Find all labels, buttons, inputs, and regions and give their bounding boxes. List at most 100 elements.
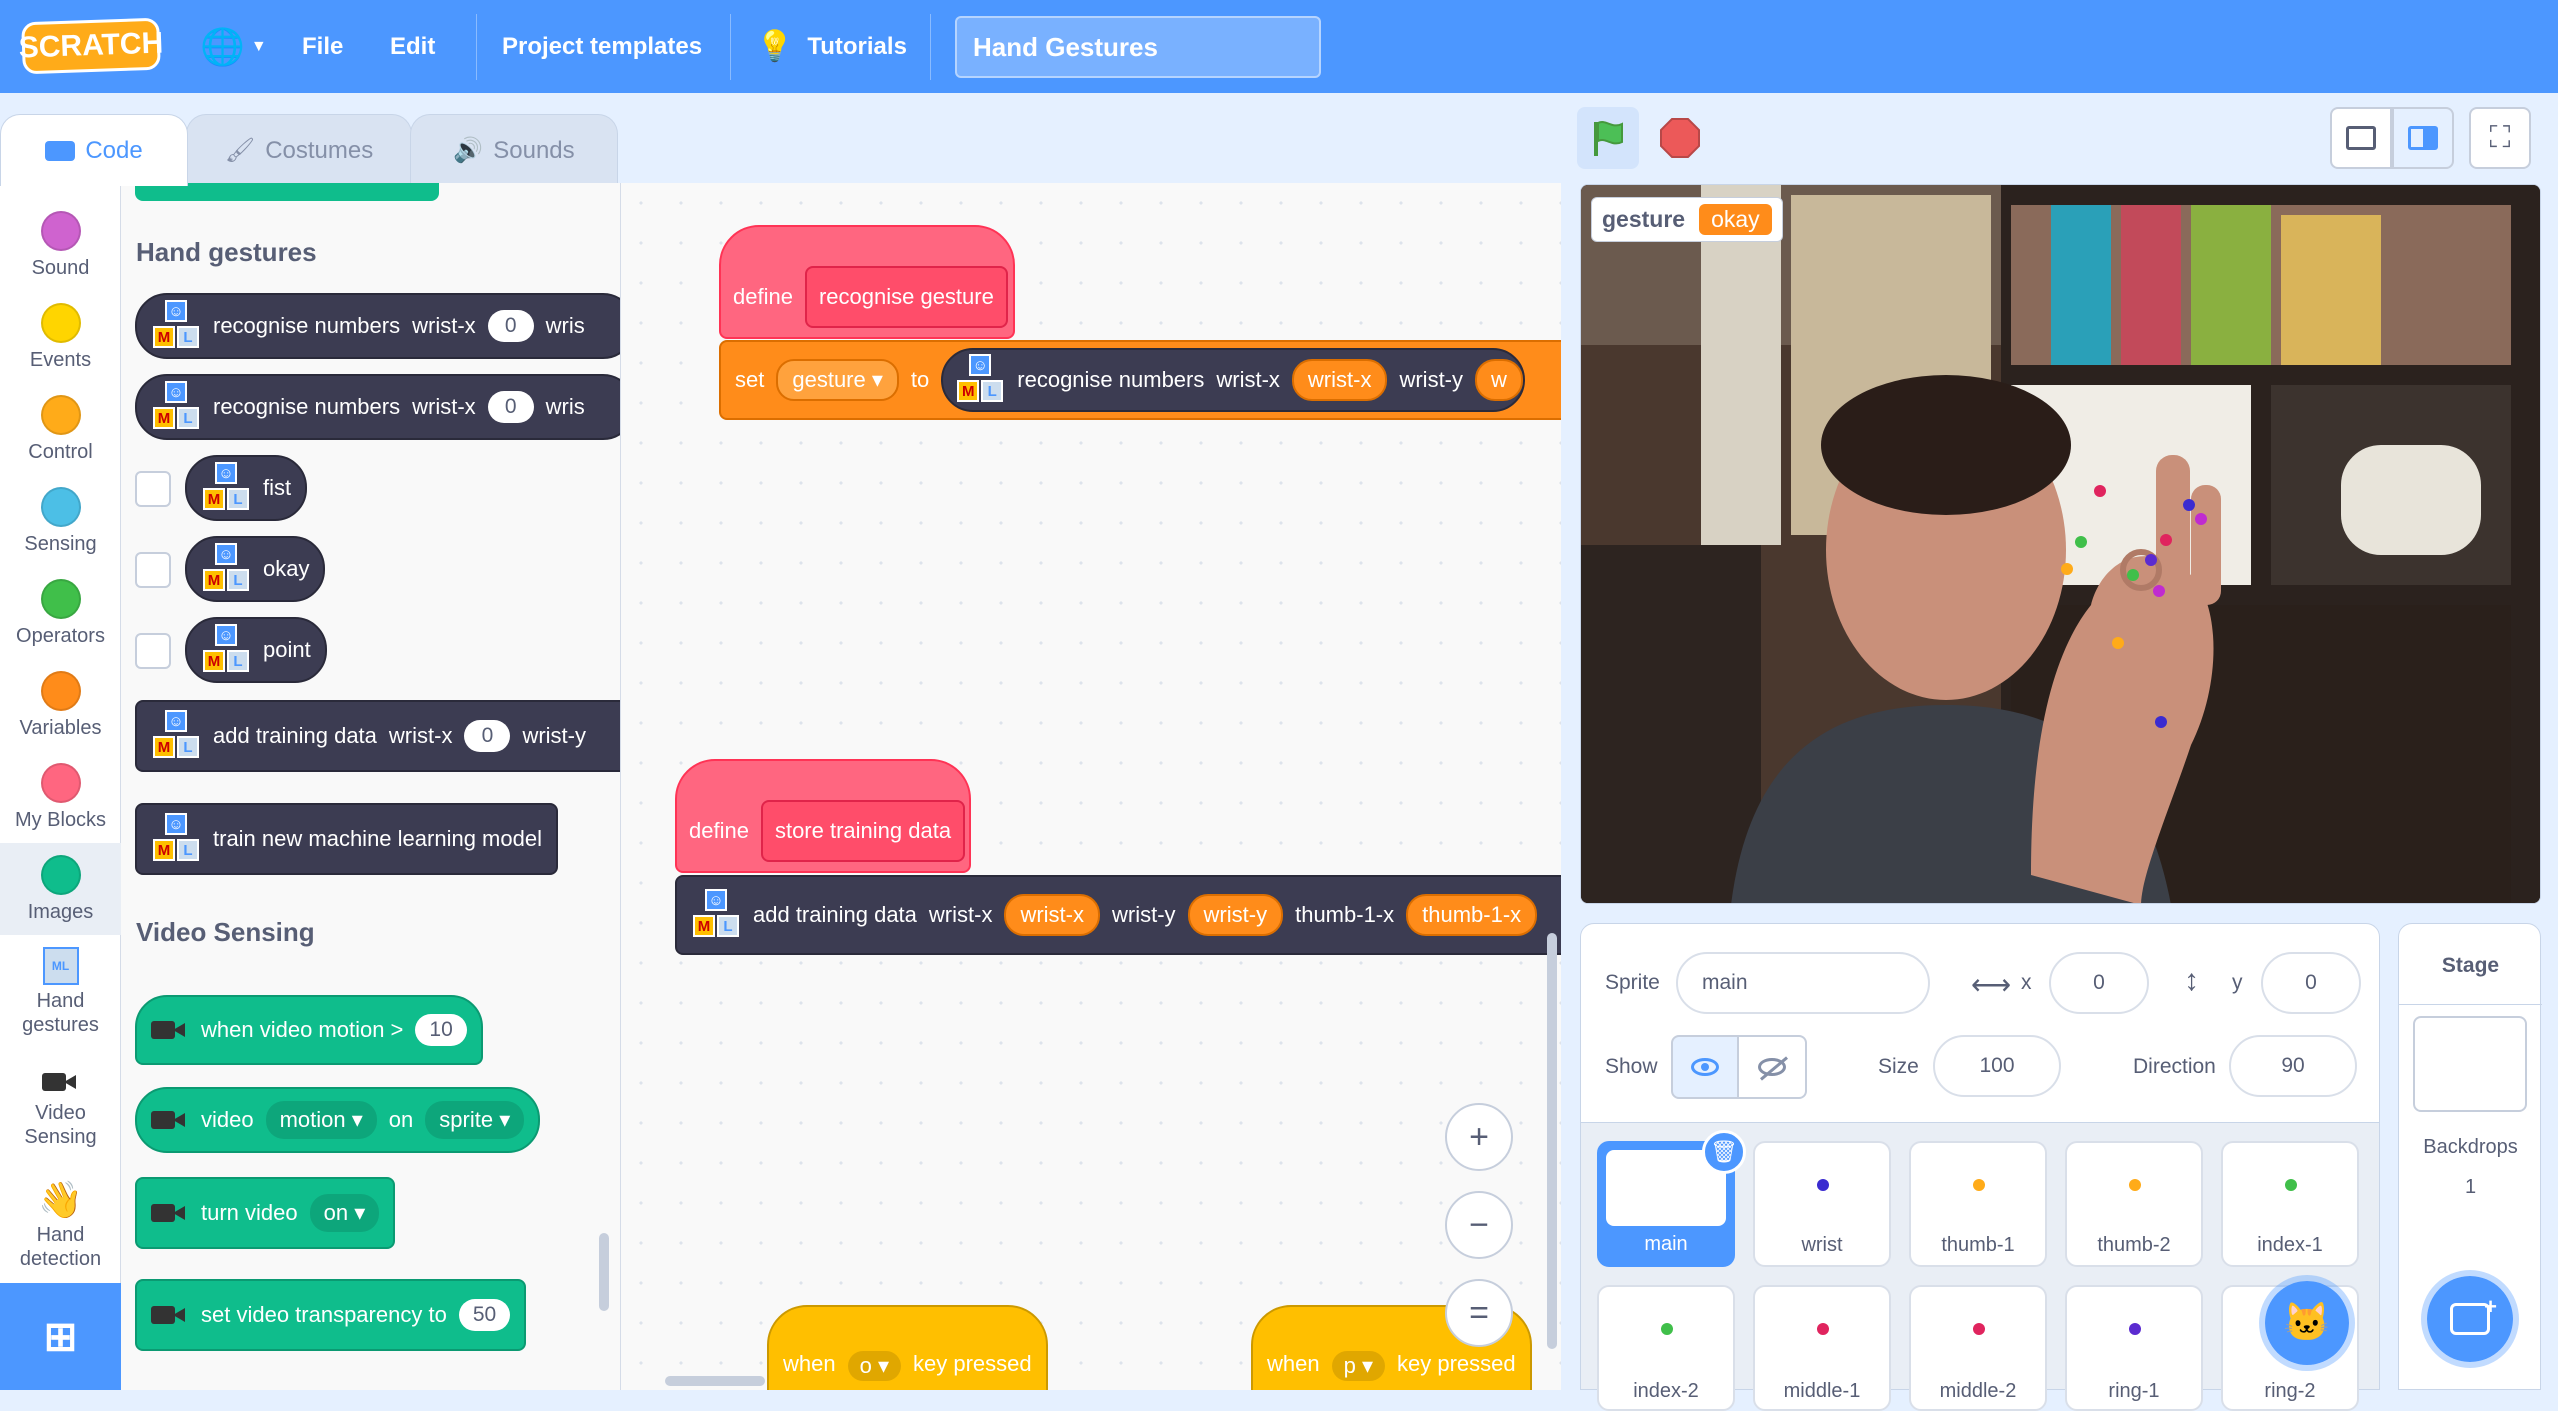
video-state-dropdown[interactable]: on ▾ [309, 1194, 380, 1232]
choose-sprite-button[interactable]: 🐱 [2259, 1275, 2355, 1371]
number-input[interactable]: 50 [458, 1299, 511, 1331]
category-my-blocks[interactable]: My Blocks [0, 763, 121, 832]
number-input[interactable]: 0 [487, 310, 534, 342]
tab-costumes[interactable]: 🖌 Costumes [186, 114, 412, 186]
file-menu[interactable]: File [302, 0, 343, 93]
okay-reporter[interactable]: ☺ M L okay [185, 536, 326, 602]
delete-sprite-button[interactable]: 🗑 [1702, 1130, 1746, 1174]
size-input[interactable]: 100 [1933, 1035, 2061, 1097]
choose-backdrop-button[interactable]: + [2421, 1270, 2519, 1368]
zoom-in-button[interactable]: + [1445, 1103, 1513, 1171]
block-text: train new machine learning model [213, 826, 542, 851]
sprite-tile-ring-1[interactable]: ring-1 [2065, 1285, 2203, 1411]
zoom-out-button[interactable]: − [1445, 1191, 1513, 1259]
tab-code[interactable]: Code [0, 114, 188, 186]
language-menu[interactable]: 🌐 ▼ [200, 0, 267, 93]
sprite-tile-main[interactable]: main 🗑 [1597, 1130, 1746, 1267]
category-video-sensing[interactable]: Video Sensing [0, 1069, 121, 1149]
category-images[interactable]: Images [0, 843, 121, 935]
fullscreen-button[interactable]: ⛶ [2469, 107, 2531, 169]
sprite-tile-wrist[interactable]: wrist [1753, 1141, 1891, 1267]
fist-reporter[interactable]: ☺ M L fist [185, 455, 308, 521]
palette-scrollbar[interactable] [599, 1233, 609, 1311]
set-video-transparency-block[interactable]: set video transparency to 50 [135, 1279, 527, 1351]
video-on-reporter[interactable]: video motion ▾ on sprite ▾ [135, 1087, 541, 1153]
train-model-block[interactable]: ☺ M L train new machine learning model [135, 803, 558, 875]
variable-reporter-wrist-y[interactable]: wrist-y [1187, 894, 1284, 936]
category-variables[interactable]: Variables [0, 671, 121, 740]
block-text: set video transparency to [201, 1302, 447, 1327]
point-reporter[interactable]: ☺ M L point [185, 617, 327, 683]
target-dropdown[interactable]: sprite ▾ [425, 1101, 525, 1139]
number-input[interactable]: 0 [487, 391, 534, 423]
category-operators[interactable]: Operators [0, 579, 121, 648]
category-control[interactable]: Control [0, 395, 121, 464]
category-sound[interactable]: Sound [0, 211, 121, 280]
when-video-motion-hat[interactable]: when video motion > 10 [135, 995, 483, 1065]
workspace-horizontal-scrollbar[interactable] [665, 1376, 765, 1386]
category-hand-gestures[interactable]: ML Hand gestures [0, 947, 121, 1037]
variable-reporter-wrist-x[interactable]: wrist-x [1291, 359, 1388, 401]
project-title-input[interactable]: Hand Gestures [955, 16, 1321, 78]
recognise-numbers-block[interactable]: ☺ M L recognise numbers wrist-x 0 wris [135, 293, 620, 359]
key-dropdown[interactable]: o ▾ [847, 1351, 901, 1381]
stage-selector[interactable]: Stage Backdrops 1 + [2398, 923, 2542, 1390]
number-input[interactable]: 0 [464, 720, 511, 752]
variable-dropdown[interactable]: gesture ▾ [776, 359, 899, 401]
add-training-data-block[interactable]: ☺ M L add training data wrist-x wrist-x wr… [675, 875, 1561, 955]
set-gesture-block[interactable]: set gesture ▾ to ☺ M L recognise numbers w… [719, 340, 1561, 420]
sprite-name-input[interactable]: main [1676, 952, 1930, 1014]
sprite-info-panel: Sprite main ⟷ x 0 ↕ y 0 Show Size 100 Di… [1580, 923, 2380, 1123]
add-extension-button[interactable]: ⊞ [0, 1283, 121, 1390]
tab-sounds[interactable]: 🔊 Sounds [410, 114, 618, 186]
attribute-dropdown[interactable]: motion ▾ [265, 1101, 377, 1139]
variable-reporter-partial[interactable]: w [1475, 359, 1523, 401]
recognise-numbers-reporter[interactable]: ☺ M L recognise numbers wrist-x wrist-x wr… [941, 348, 1525, 412]
when-o-key-pressed-hat[interactable]: when o ▾ key pressed [767, 1305, 1048, 1390]
tutorials-menu[interactable]: 💡 Tutorials [756, 0, 907, 93]
direction-input[interactable]: 90 [2229, 1035, 2357, 1097]
sprite-tile-middle-1[interactable]: middle-1 [1753, 1285, 1891, 1411]
y-position-input[interactable]: 0 [2261, 952, 2361, 1014]
stage-canvas[interactable]: gesture okay [1580, 184, 2541, 904]
recognise-numbers-block[interactable]: ☺ M L recognise numbers wrist-x 0 wris [135, 374, 620, 440]
zoom-reset-button[interactable]: = [1445, 1279, 1513, 1347]
section-header-hand-gestures: Hand gestures [136, 237, 317, 267]
variable-reporter-wrist-x[interactable]: wrist-x [1004, 894, 1100, 936]
key-dropdown[interactable]: p ▾ [1331, 1351, 1385, 1381]
turn-video-block[interactable]: turn video on ▾ [135, 1177, 396, 1249]
hide-sprite-button[interactable] [1739, 1035, 1807, 1099]
show-sprite-button[interactable] [1671, 1035, 1739, 1099]
define-recognise-gesture[interactable]: define recognise gesture [719, 261, 1022, 333]
variable-reporter-thumb-1-x[interactable]: thumb-1-x [1406, 894, 1538, 936]
code-icon [45, 140, 76, 161]
sprite-tile-thumb-1[interactable]: thumb-1 [1909, 1141, 2047, 1267]
sprite-tile-middle-2[interactable]: middle-2 [1909, 1285, 2047, 1411]
edit-menu[interactable]: Edit [390, 0, 435, 93]
category-sensing[interactable]: Sensing [0, 487, 121, 556]
project-templates-menu[interactable]: Project templates [502, 0, 702, 93]
category-events[interactable]: Events [0, 303, 121, 372]
sprite-tile-index-2[interactable]: index-2 [1597, 1285, 1735, 1411]
stop-button[interactable] [1649, 107, 1711, 169]
workspace-vertical-scrollbar[interactable] [1547, 933, 1557, 1349]
x-position-input[interactable]: 0 [2049, 952, 2149, 1014]
script-workspace[interactable]: define recognise gesture set gesture ▾ t… [621, 183, 1561, 1390]
point-checkbox[interactable] [135, 633, 171, 669]
scratch-logo[interactable]: SCRATCH [18, 17, 164, 75]
gesture-variable-monitor[interactable]: gesture okay [1591, 197, 1783, 242]
small-stage-button[interactable] [2330, 107, 2392, 169]
okay-checkbox[interactable] [135, 552, 171, 588]
sprite-tile-thumb-2[interactable]: thumb-2 [2065, 1141, 2203, 1267]
fist-checkbox[interactable] [135, 471, 171, 507]
backdrops-count: 1 [2464, 1176, 2477, 1198]
add-training-data-block[interactable]: ☺ M L add training data wrist-x 0 wrist-y [135, 700, 620, 772]
category-hand-detection[interactable]: 👋 Hand detection [0, 1179, 121, 1271]
define-store-training-data[interactable]: define store training data [675, 795, 979, 867]
number-input[interactable]: 10 [415, 1014, 467, 1046]
sprite-tile-index-1[interactable]: index-1 [2221, 1141, 2359, 1267]
fullscreen-icon: ⛶ [2489, 121, 2511, 154]
large-stage-button[interactable] [2392, 107, 2454, 169]
green-flag-button[interactable] [1577, 107, 1639, 169]
sprite-name: middle-1 [1783, 1380, 1861, 1402]
